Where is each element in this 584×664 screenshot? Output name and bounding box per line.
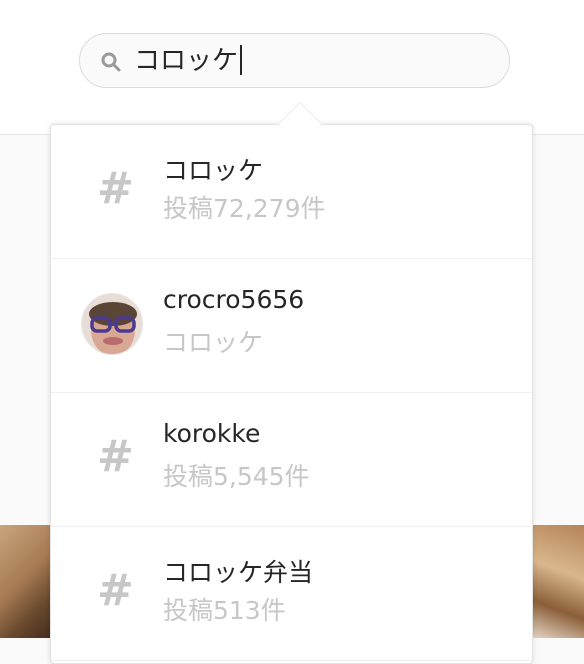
result-title: crocro5656: [163, 285, 305, 314]
hashtag-icon: #: [97, 565, 134, 616]
result-title: コロッケ弁当: [163, 558, 314, 587]
avatar: [81, 293, 143, 355]
result-title: korokke: [163, 419, 261, 448]
result-hashtag-korokke-bento[interactable]: # コロッケ弁当 投稿513件: [51, 527, 532, 661]
hashtag-icon: #: [97, 431, 134, 482]
result-post-count: 投稿72,279件: [163, 194, 326, 223]
result-full-name: コロッケ: [163, 328, 264, 357]
result-hashtag-korokke[interactable]: # コロッケ 投稿72,279件: [51, 125, 532, 259]
hashtag-icon: #: [97, 163, 134, 214]
search-results-dropdown: # コロッケ 投稿72,279件 crocro5656 コロッケ # korok…: [50, 124, 533, 664]
search-icon: [101, 52, 121, 72]
result-user-crocro5656[interactable]: crocro5656 コロッケ: [51, 259, 532, 393]
result-post-count: 投稿5,545件: [163, 462, 310, 491]
result-hashtag-korokke-romaji[interactable]: # korokke 投稿5,545件: [51, 393, 532, 527]
result-post-count: 投稿513件: [163, 596, 286, 625]
search-input[interactable]: コロッケ: [134, 45, 243, 77]
search-field[interactable]: コロッケ: [79, 33, 510, 88]
result-title: コロッケ: [163, 156, 264, 185]
text-cursor: [240, 45, 243, 75]
background-photo-right: [524, 525, 584, 638]
dropdown-pointer: [278, 103, 322, 125]
